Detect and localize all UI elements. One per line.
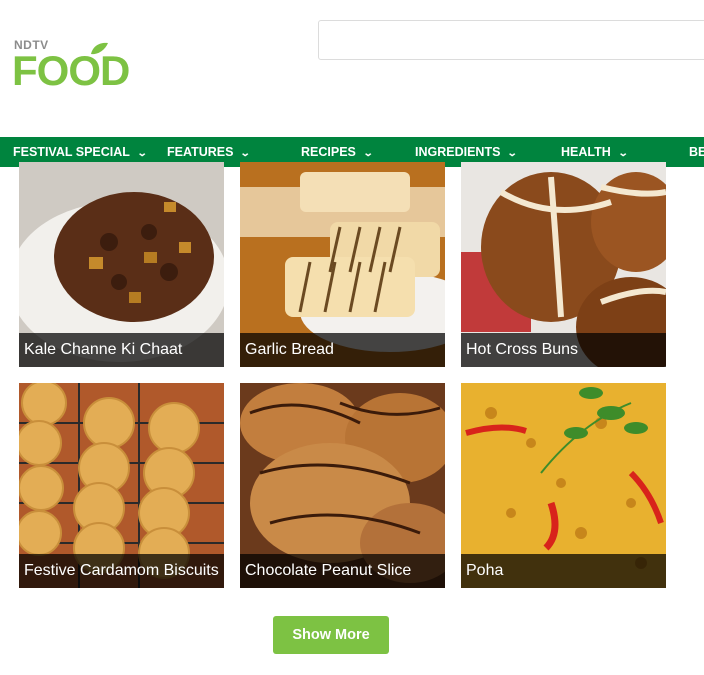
recipe-card-garlic-bread[interactable]: Garlic Bread (240, 162, 445, 367)
recipe-card-chocolate-peanut-slice[interactable]: Chocolate Peanut Slice (240, 383, 445, 588)
nav-label: INGREDIENTS (415, 145, 501, 159)
logo-food-text: FOOD (12, 47, 130, 94)
search-input[interactable] (318, 20, 704, 60)
recipe-title: Kale Channe Ki Chaat (19, 333, 224, 367)
nav-label: HEALTH (561, 145, 611, 159)
nav-label: BE (689, 145, 704, 159)
nav-label: FESTIVAL SPECIAL (13, 145, 130, 159)
site-header: NDTV FOOD (0, 0, 704, 137)
recipe-title: Festive Cardamom Biscuits (19, 554, 224, 588)
recipe-title: Chocolate Peanut Slice (240, 554, 445, 588)
leaf-icon (91, 42, 108, 55)
recipe-card-hot-cross-buns[interactable]: Hot Cross Buns (461, 162, 666, 367)
nav-label: FEATURES (167, 145, 234, 159)
show-more-button[interactable]: Show More (273, 616, 389, 654)
recipe-title: Garlic Bread (240, 333, 445, 367)
recipe-card-kale-channe-ki-chaat[interactable]: Kale Channe Ki Chaat (19, 162, 224, 367)
recipe-title: Hot Cross Buns (461, 333, 666, 367)
recipe-card-poha[interactable]: Poha (461, 383, 666, 588)
nav-item-truncated[interactable]: BE (689, 137, 704, 167)
recipe-card-festive-cardamom-biscuits[interactable]: Festive Cardamom Biscuits (19, 383, 224, 588)
nav-label: RECIPES (301, 145, 356, 159)
ndtv-food-logo[interactable]: NDTV FOOD (12, 38, 130, 94)
recipe-title: Poha (461, 554, 666, 588)
